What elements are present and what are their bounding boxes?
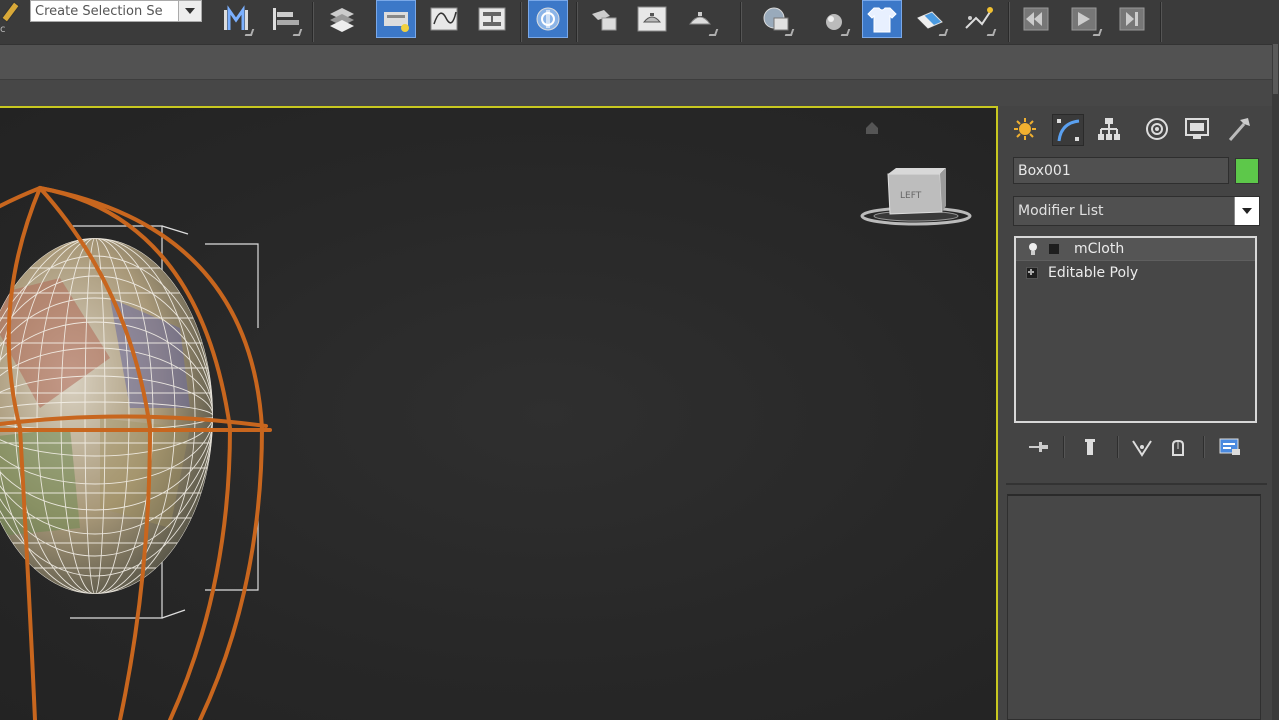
stack-toolbar [1013,432,1263,462]
command-panel: Modifier List mCloth Editable Poly [1000,106,1279,720]
utilities-tab-icon[interactable] [1224,114,1254,144]
motion-tab-icon[interactable] [1142,114,1172,144]
stack-item-label: Editable Poly [1048,265,1139,281]
secondary-toolbar [0,44,1279,79]
viewcube: LEFT [860,168,972,226]
create-tab-icon[interactable] [1010,114,1040,144]
chevron-down-icon[interactable] [178,1,201,21]
perspective-viewport[interactable]: LEFT [0,106,998,720]
viewcube-label[interactable]: LEFT [900,191,922,201]
render-production-icon[interactable] [680,0,720,38]
scene-canvas[interactable]: LEFT [0,108,996,720]
align-icon[interactable] [264,0,304,38]
selection-set-field[interactable]: Create Selection Se [31,4,178,19]
stack-item-label: mCloth [1074,241,1125,257]
pencil-icon[interactable]: c [0,0,22,36]
scene-explorer-icon[interactable] [376,0,416,38]
end-icon[interactable] [1112,0,1152,38]
make-unique-icon[interactable] [1127,432,1157,462]
expand-box-icon[interactable] [1048,243,1060,255]
schematic-view-icon[interactable] [472,0,512,38]
modifier-list-label: Modifier List [1018,203,1104,219]
stack-item-editable-poly[interactable]: Editable Poly [1016,262,1255,284]
mcloth-shirt-icon[interactable] [862,0,902,38]
chevron-down-icon[interactable] [1234,197,1259,225]
modifier-parameters-rollout[interactable] [1007,494,1261,720]
modifier-list-dropdown[interactable]: Modifier List [1013,196,1260,226]
material-editor-icon[interactable] [528,0,568,38]
selection-set-dropdown[interactable]: Create Selection Se [30,0,202,22]
mirror-icon[interactable] [216,0,256,38]
stack-item-mcloth[interactable]: mCloth [1016,238,1255,261]
pin-stack-icon[interactable] [1023,432,1053,462]
configure-modifier-sets-icon[interactable] [1215,432,1245,462]
rewind-icon[interactable] [1016,0,1056,38]
render-setup-icon[interactable] [584,0,624,38]
layer-manager-icon[interactable] [320,0,360,38]
hierarchy-tab-icon[interactable] [1094,114,1124,144]
expand-plus-icon[interactable] [1026,267,1038,279]
modify-tab-icon[interactable] [1052,114,1084,146]
svg-text:c: c [0,24,6,35]
main-toolbar: c Create Selection Se [0,0,1279,44]
object-color-swatch[interactable] [1235,158,1259,184]
show-end-result-icon[interactable] [1075,432,1105,462]
object-name-field[interactable] [1013,157,1229,184]
lightbulb-icon[interactable] [1026,242,1040,256]
render-online-icon[interactable] [756,0,796,38]
viewcube-home-icon [866,122,878,134]
display-tab-icon[interactable] [1182,114,1212,144]
play-icon[interactable] [1064,0,1104,38]
eraser-icon[interactable] [910,0,950,38]
viewport-label-bar [0,79,1279,107]
panel-divider [1006,483,1267,485]
modifier-stack: mCloth Editable Poly [1014,236,1257,423]
rendered-frame-window-icon[interactable] [632,0,672,38]
sphere-icon[interactable] [812,0,852,38]
command-panel-scrollbar[interactable] [1272,44,1279,720]
particle-flow-icon[interactable] [958,0,998,38]
remove-modifier-icon[interactable] [1163,432,1193,462]
curve-editor-icon[interactable] [424,0,464,38]
